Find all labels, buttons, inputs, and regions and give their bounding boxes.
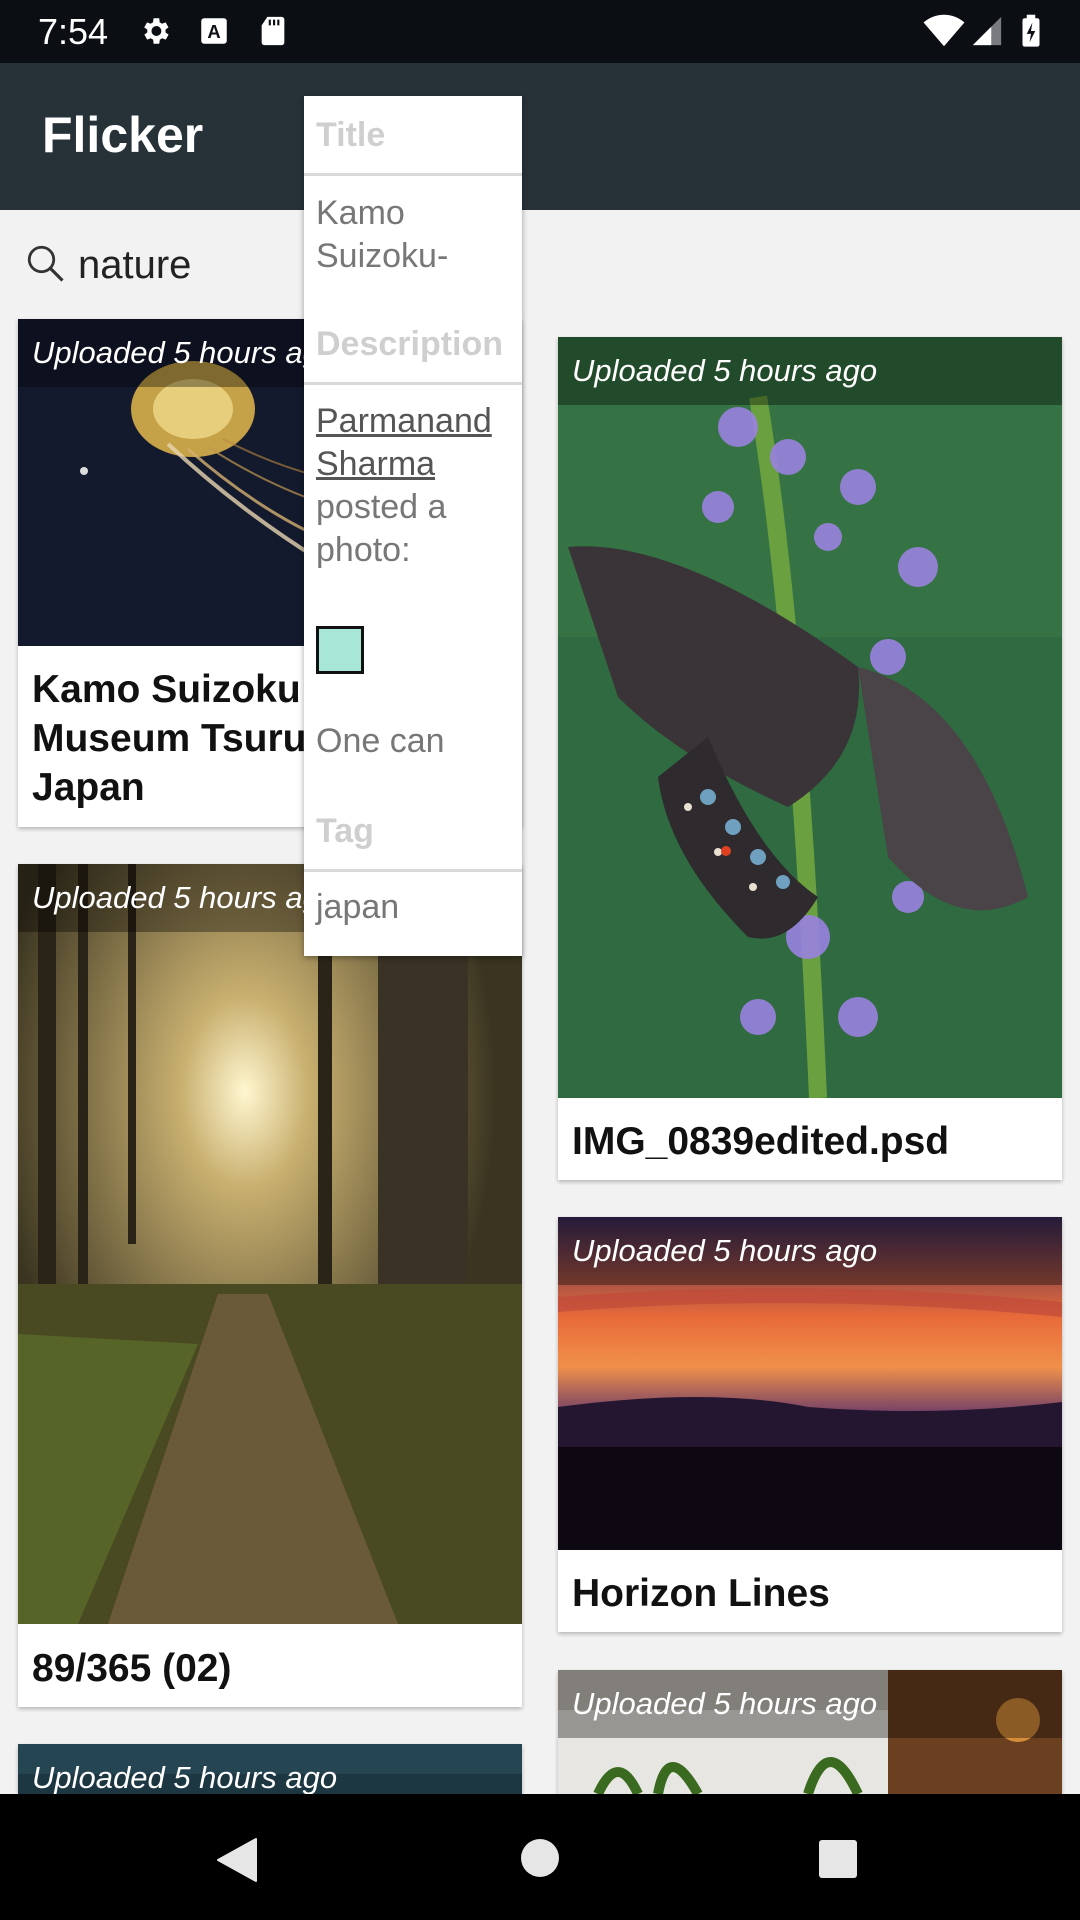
- settings-icon: [144, 18, 169, 44]
- card-title: Horizon Lines: [572, 1572, 830, 1615]
- photo-card-partial-left[interactable]: Uploaded 5 hours ago: [18, 1744, 522, 1794]
- search-input[interactable]: [78, 240, 298, 290]
- photo-card-horizon[interactable]: Uploaded 5 hours ago Horizon Lines: [558, 1217, 1062, 1632]
- photo-details-popup: Title Kamo Suizoku- Description Parmanan…: [304, 96, 522, 956]
- description-tail: One can: [316, 722, 445, 760]
- battery-icon: [1022, 14, 1040, 47]
- description-header: Description: [316, 325, 504, 363]
- card-title: 89/365 (02): [32, 1647, 232, 1690]
- description-text: posted a photo:: [316, 488, 447, 569]
- app-bar: Flicker: [0, 63, 1080, 210]
- forest-path-photo: [18, 864, 522, 1624]
- title-divider: [304, 173, 522, 176]
- accessibility-icon: A: [201, 18, 227, 44]
- title-header: Title: [316, 116, 386, 154]
- author-link[interactable]: Parmanand Sharma: [316, 402, 492, 483]
- tag-divider: [304, 869, 522, 872]
- wifi-icon: [923, 14, 965, 47]
- upload-time: Uploaded 5 hours ago: [558, 337, 1062, 405]
- status-bar: 7:54 A: [0, 0, 1080, 63]
- back-icon[interactable]: [216, 1837, 258, 1883]
- tag-value: japan: [316, 888, 400, 926]
- recents-icon[interactable]: [818, 1839, 858, 1879]
- title-value: Kamo Suizoku-: [316, 194, 449, 275]
- search-icon[interactable]: [24, 242, 66, 284]
- photo-card-butterfly[interactable]: Uploaded 5 hours ago IMG_0839edited.psd: [558, 337, 1062, 1180]
- svg-text:A: A: [207, 21, 220, 42]
- upload-time: Uploaded 5 hours ago: [558, 1670, 1062, 1738]
- tag-header: Tag: [316, 812, 374, 850]
- app-title: Flicker: [42, 107, 204, 163]
- photo-card-partial-right[interactable]: Uploaded 5 hours ago: [558, 1670, 1062, 1794]
- home-icon[interactable]: [520, 1838, 560, 1878]
- butterfly-photo: [558, 337, 1062, 1098]
- status-time: 7:54: [38, 11, 109, 52]
- photo-thumbnail-swatch: [316, 626, 364, 674]
- upload-time: Uploaded 5 hours ago: [18, 1744, 522, 1794]
- sd-card-icon: [261, 16, 285, 46]
- signal-icon: [972, 16, 1002, 46]
- card-title: IMG_0839edited.psd: [572, 1120, 950, 1163]
- navigation-bar: [0, 1794, 1080, 1920]
- upload-time: Uploaded 5 hours ago: [558, 1217, 1062, 1285]
- description-divider: [304, 382, 522, 385]
- photo-card-forest[interactable]: Uploaded 5 hours ago 89/365 (02): [18, 864, 522, 1707]
